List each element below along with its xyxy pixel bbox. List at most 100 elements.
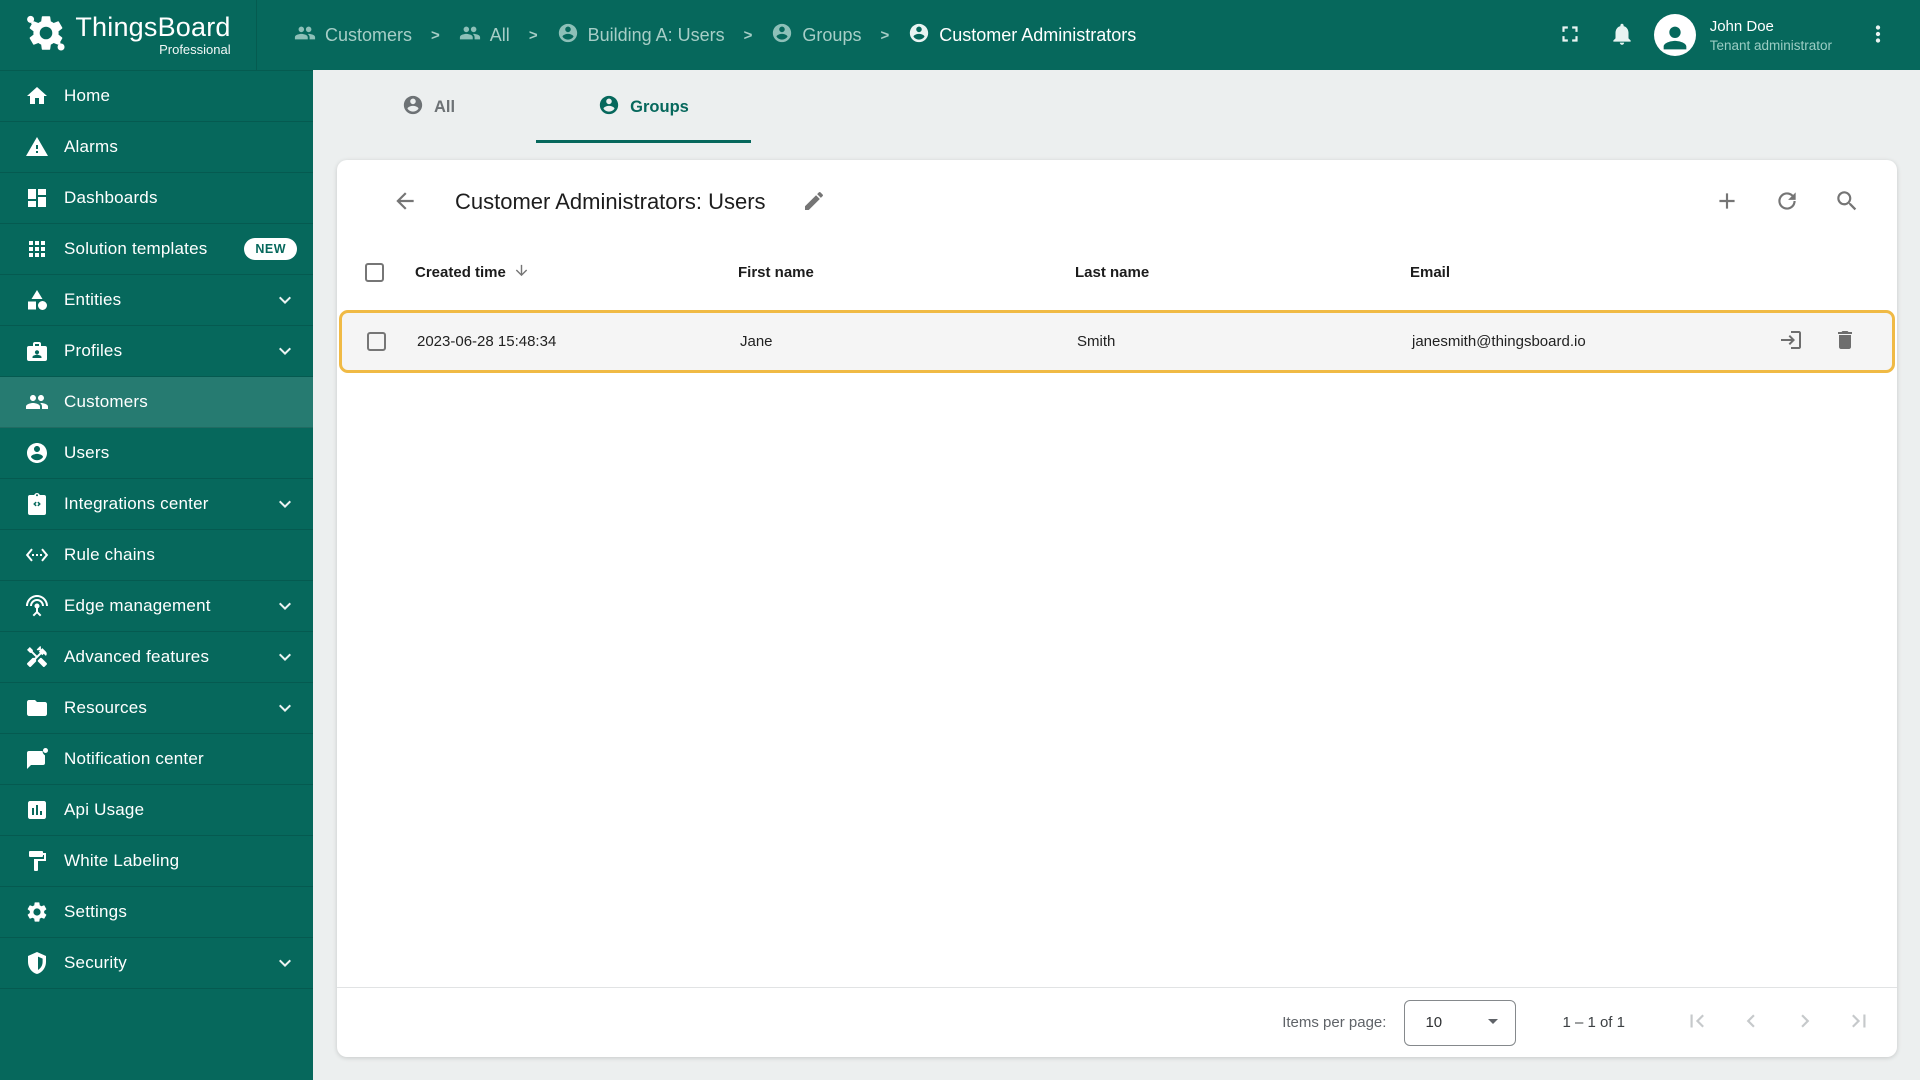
fullscreen-icon xyxy=(1557,21,1583,50)
chevron-down-icon xyxy=(273,951,297,975)
column-last-name[interactable]: Last name xyxy=(1075,264,1410,281)
thingsboard-logo-icon xyxy=(25,12,67,59)
sidebar-item-white-labeling[interactable]: White Labeling xyxy=(0,836,313,887)
column-first-name[interactable]: First name xyxy=(738,264,1075,281)
warning-icon xyxy=(25,135,49,159)
edit-button[interactable] xyxy=(794,182,834,222)
first-page-icon xyxy=(1684,1008,1710,1037)
breadcrumb-customer-administrators[interactable]: Customer Administrators xyxy=(908,22,1136,49)
items-per-page-label: Items per page: xyxy=(1282,1014,1387,1031)
breadcrumb-groups[interactable]: Groups xyxy=(771,22,861,49)
account-icon xyxy=(771,22,793,49)
last-page-button[interactable] xyxy=(1839,1003,1879,1043)
sidebar-item-settings[interactable]: Settings xyxy=(0,887,313,938)
sidebar-item-edge-management[interactable]: Edge management xyxy=(0,581,313,632)
fullscreen-button[interactable] xyxy=(1550,15,1590,55)
cell-email: janesmith@thingsboard.io xyxy=(1412,333,1586,350)
trash-icon xyxy=(1833,328,1857,355)
breadcrumb-customers[interactable]: Customers xyxy=(294,22,412,49)
sidebar-item-dashboards[interactable]: Dashboards xyxy=(0,173,313,224)
breadcrumb-building-a-users[interactable]: Building A: Users xyxy=(557,22,725,49)
last-page-icon xyxy=(1846,1008,1872,1037)
badge-icon xyxy=(25,339,49,363)
sidebar-item-users[interactable]: Users xyxy=(0,428,313,479)
sidebar-item-entities[interactable]: Entities xyxy=(0,275,313,326)
bell-icon xyxy=(1609,21,1635,50)
sidebar-item-home[interactable]: Home xyxy=(0,71,313,122)
caret-down-icon xyxy=(1481,1009,1505,1037)
delete-user-button[interactable] xyxy=(1825,322,1865,362)
avatar[interactable] xyxy=(1653,14,1696,56)
sidebar: Home Alarms Dashboards Solution template… xyxy=(0,70,313,1080)
edit-pencil-icon xyxy=(802,189,826,216)
more-menu-button[interactable] xyxy=(1858,15,1898,55)
tab-bar: All Groups xyxy=(313,70,1920,145)
breadcrumb-all[interactable]: All xyxy=(459,22,510,49)
cell-last-name: Smith xyxy=(1077,333,1116,350)
chevron-down-icon xyxy=(273,696,297,720)
sidebar-item-customers[interactable]: Customers xyxy=(0,377,313,428)
sidebar-item-security[interactable]: Security xyxy=(0,938,313,989)
sort-desc-icon[interactable] xyxy=(513,262,530,283)
previous-page-button[interactable] xyxy=(1731,1003,1771,1043)
brand-name: ThingsBoard xyxy=(75,12,231,43)
sidebar-item-integrations-center[interactable]: Integrations center xyxy=(0,479,313,530)
chevron-down-icon xyxy=(273,645,297,669)
account-icon xyxy=(25,441,49,465)
notifications-button[interactable] xyxy=(1602,15,1642,55)
user-name: John Doe xyxy=(1709,18,1774,36)
account-icon xyxy=(402,94,424,121)
user-menu[interactable]: John Doe Tenant administrator xyxy=(1710,17,1832,52)
back-button[interactable] xyxy=(385,182,425,222)
items-per-page-value: 10 xyxy=(1425,1014,1443,1031)
items-per-page-select[interactable]: 10 xyxy=(1404,999,1517,1046)
refresh-button[interactable] xyxy=(1767,182,1807,222)
search-button[interactable] xyxy=(1827,182,1867,222)
first-page-button[interactable] xyxy=(1677,1003,1717,1043)
previous-page-icon xyxy=(1738,1008,1764,1037)
table-row[interactable]: 2023-06-28 15:48:34 Jane Smith janesmith… xyxy=(339,310,1895,373)
sidebar-item-notification-center[interactable]: Notification center xyxy=(0,734,313,785)
account-icon xyxy=(557,22,579,49)
sidebar-item-alarms[interactable]: Alarms xyxy=(0,122,313,173)
pager-controls xyxy=(1677,1003,1879,1043)
sidebar-item-profiles[interactable]: Profiles xyxy=(0,326,313,377)
people-icon xyxy=(294,22,316,49)
category-icon xyxy=(25,288,49,312)
login-as-user-button[interactable] xyxy=(1771,322,1811,362)
column-created-time[interactable]: Created time xyxy=(415,262,738,283)
next-page-button[interactable] xyxy=(1785,1003,1825,1043)
breadcrumb: Customers > All > Building A: Users > Gr… xyxy=(257,22,1550,49)
select-all-checkbox[interactable] xyxy=(365,262,384,282)
row-checkbox[interactable] xyxy=(367,332,386,351)
chevron-down-icon xyxy=(273,594,297,618)
main-content: All Groups Customer Administrators: User… xyxy=(313,70,1920,1080)
sidebar-item-rule-chains[interactable]: Rule chains xyxy=(0,530,313,581)
construction-icon xyxy=(25,645,49,669)
sidebar-item-advanced-features[interactable]: Advanced features xyxy=(0,632,313,683)
sidebar-item-solution-templates[interactable]: Solution templates NEW xyxy=(0,224,313,275)
tab-all[interactable]: All xyxy=(321,70,536,145)
sidebar-item-resources[interactable]: Resources xyxy=(0,683,313,734)
card-toolbar xyxy=(1707,182,1867,222)
cell-first-name: Jane xyxy=(740,333,773,350)
page-title: Customer Administrators: Users xyxy=(455,189,766,214)
brand-subtitle: Professional xyxy=(159,41,231,57)
plus-icon xyxy=(1714,188,1740,217)
logo[interactable]: ThingsBoard Professional xyxy=(0,0,257,70)
notification-icon xyxy=(25,747,49,771)
chevron-down-icon xyxy=(273,288,297,312)
search-icon xyxy=(1834,188,1860,217)
chevron-down-icon xyxy=(273,339,297,363)
breadcrumb-separator: > xyxy=(743,26,753,44)
new-badge: NEW xyxy=(244,238,297,260)
more-vert-icon xyxy=(1865,21,1891,50)
chevron-down-icon xyxy=(273,492,297,516)
column-email[interactable]: Email xyxy=(1410,264,1731,281)
sidebar-item-api-usage[interactable]: Api Usage xyxy=(0,785,313,836)
tab-groups[interactable]: Groups xyxy=(536,70,751,145)
paginator: Items per page: 10 1 – 1 of 1 xyxy=(337,987,1897,1057)
chart-icon xyxy=(25,798,49,822)
add-user-button[interactable] xyxy=(1707,182,1747,222)
home-icon xyxy=(25,84,49,108)
